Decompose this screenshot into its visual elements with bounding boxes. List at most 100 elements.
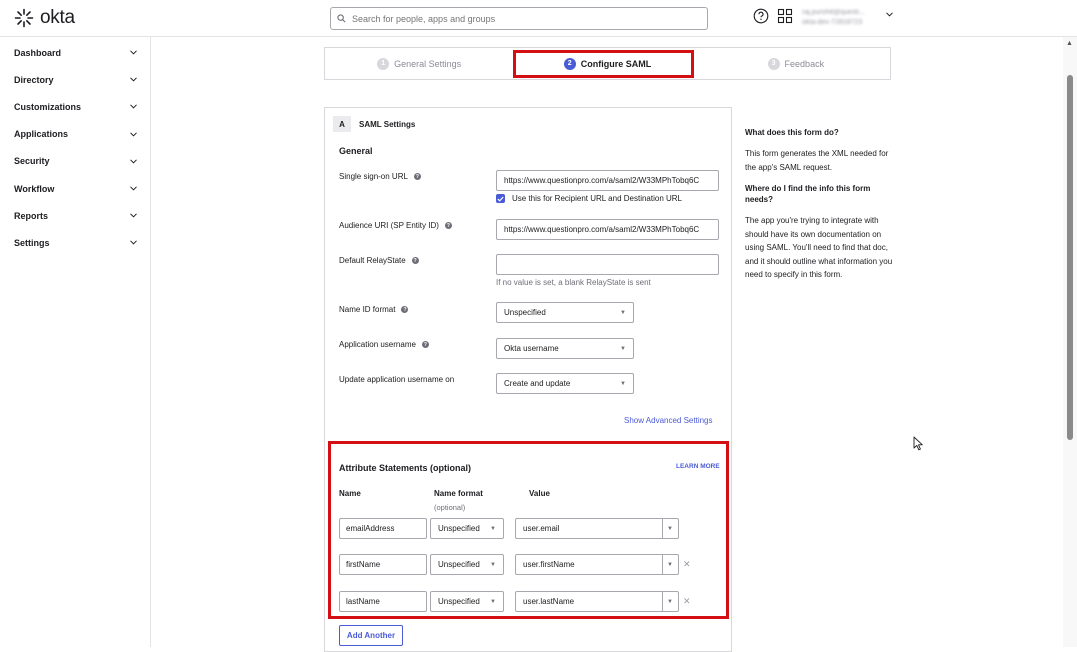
column-header-name: Name <box>339 489 361 498</box>
name-id-format-value: Unspecified <box>504 308 546 317</box>
divider <box>662 592 663 611</box>
app-username-label-text: Application username <box>339 340 416 349</box>
update-username-select[interactable]: Create and update ▼ <box>496 373 634 394</box>
sidebar-item-reports[interactable]: Reports <box>0 202 150 229</box>
audience-uri-input[interactable]: https://www.questionpro.com/a/saml2/W33M… <box>496 219 719 240</box>
caret-down-icon: ▼ <box>490 561 496 568</box>
sidebar-item-label: Settings <box>14 237 50 248</box>
mouse-cursor-icon <box>913 436 923 451</box>
learn-more-link[interactable]: LEARN MORE <box>676 463 720 470</box>
okta-logo[interactable]: okta <box>14 7 75 28</box>
relay-state-hint: If no value is set, a blank RelayState i… <box>496 278 651 287</box>
search-box[interactable] <box>330 7 708 30</box>
sso-url-label-text: Single sign-on URL <box>339 172 408 181</box>
name-id-format-select[interactable]: Unspecified ▼ <box>496 302 634 323</box>
step-feedback[interactable]: 3 Feedback <box>702 48 890 79</box>
sidebar: Dashboard Directory Customizations Appli… <box>0 37 151 647</box>
step-number: 3 <box>767 57 780 70</box>
recipient-url-checkbox-row[interactable]: Use this for Recipient URL and Destinati… <box>496 194 682 203</box>
user-menu[interactable]: raj.purohit@questi... okta-dev-72818723 <box>802 8 884 28</box>
help-question: What does this form do? <box>745 128 839 137</box>
page-scrollbar[interactable]: ▲ <box>1063 37 1077 647</box>
info-icon[interactable]: ? <box>444 222 452 229</box>
checkmark-icon <box>497 196 504 202</box>
okta-sunburst-icon <box>14 8 34 28</box>
info-icon[interactable]: ? <box>401 306 409 313</box>
audience-uri-label-text: Audience URI (SP Entity ID) <box>339 221 439 230</box>
column-header-optional: (optional) <box>434 503 466 512</box>
update-username-label-text: Update application username on <box>339 375 455 384</box>
audience-uri-label: Audience URI (SP Entity ID) ? <box>339 221 452 230</box>
wizard-steps: 1 General Settings 2 Configure SAML 3 Fe… <box>324 47 891 80</box>
info-icon[interactable]: ? <box>413 173 421 180</box>
attribute-format-select[interactable]: Unspecified ▼ <box>430 518 504 539</box>
chevron-down-icon <box>130 132 137 137</box>
caret-down-icon: ▼ <box>620 309 626 316</box>
attribute-name-input[interactable]: firstName <box>339 554 427 575</box>
info-icon[interactable]: ? <box>421 341 429 348</box>
chevron-down-icon <box>130 240 137 245</box>
relay-state-input[interactable] <box>496 254 719 275</box>
scroll-up-arrow-icon[interactable]: ▲ <box>1066 40 1073 47</box>
chevron-down-icon[interactable] <box>886 12 893 17</box>
app-username-label: Application username ? <box>339 340 429 349</box>
sidebar-item-dashboard[interactable]: Dashboard <box>0 39 150 66</box>
info-icon[interactable]: ? <box>411 257 419 264</box>
name-id-format-label: Name ID format ? <box>339 305 409 314</box>
attribute-value-input[interactable]: user.email ▼ <box>515 518 679 539</box>
attribute-format-value: Unspecified <box>438 597 480 606</box>
remove-attribute-close-icon[interactable]: ✕ <box>683 596 691 607</box>
search-input[interactable] <box>352 13 692 24</box>
show-advanced-settings-link[interactable]: Show Advanced Settings <box>624 416 713 425</box>
help-question: Where do I find the info this form needs… <box>745 184 871 204</box>
chevron-down-icon <box>130 159 137 164</box>
attribute-format-select[interactable]: Unspecified ▼ <box>430 591 504 612</box>
attribute-statements-title: Attribute Statements (optional) <box>339 463 471 473</box>
step-general-settings[interactable]: 1 General Settings <box>325 48 513 79</box>
sidebar-item-label: Applications <box>14 129 69 140</box>
attribute-name-input[interactable]: emailAddress <box>339 518 427 539</box>
help-icon[interactable] <box>753 8 769 24</box>
sidebar-item-label: Workflow <box>14 183 55 194</box>
sidebar-item-customizations[interactable]: Customizations <box>0 93 150 120</box>
relay-state-label: Default RelayState ? <box>339 256 419 265</box>
sidebar-item-label: Customizations <box>14 101 82 112</box>
chevron-down-icon <box>130 50 137 55</box>
relay-state-label-text: Default RelayState <box>339 256 406 265</box>
add-another-button[interactable]: Add Another <box>339 625 403 646</box>
app-grid-icon[interactable] <box>777 8 793 24</box>
card-header: A SAML Settings <box>333 116 415 132</box>
column-header-name-format: Name format <box>434 489 483 498</box>
recipient-url-checkbox-label: Use this for Recipient URL and Destinati… <box>512 194 683 203</box>
caret-down-icon[interactable]: ▼ <box>667 526 673 532</box>
sidebar-item-workflow[interactable]: Workflow <box>0 175 150 202</box>
app-username-select[interactable]: Okta username ▼ <box>496 338 634 359</box>
attribute-format-value: Unspecified <box>438 560 480 569</box>
attribute-name-input[interactable]: lastName <box>339 591 427 612</box>
attribute-value-input[interactable]: user.lastName ▼ <box>515 591 679 612</box>
remove-attribute-close-icon[interactable]: ✕ <box>683 559 691 570</box>
top-bar: okta raj.purohit@questi... okta-dev-7281… <box>0 0 1077 37</box>
attribute-format-value: Unspecified <box>438 524 480 533</box>
sidebar-item-security[interactable]: Security <box>0 148 150 175</box>
help-panel: What does this form do? This form genera… <box>745 127 893 291</box>
scrollbar-thumb[interactable] <box>1067 75 1073 440</box>
sidebar-item-settings[interactable]: Settings <box>0 229 150 256</box>
step-configure-saml[interactable]: 2 Configure SAML <box>513 48 701 79</box>
attribute-format-select[interactable]: Unspecified ▼ <box>430 554 504 575</box>
sidebar-item-directory[interactable]: Directory <box>0 66 150 93</box>
caret-down-icon[interactable]: ▼ <box>667 562 673 568</box>
section-letter: A <box>333 116 351 132</box>
attribute-value-text: user.email <box>523 524 560 533</box>
caret-down-icon: ▼ <box>490 525 496 532</box>
column-header-value: Value <box>529 489 550 498</box>
chevron-down-icon <box>130 186 137 191</box>
sidebar-item-applications[interactable]: Applications <box>0 121 150 148</box>
recipient-url-checkbox[interactable] <box>496 194 505 203</box>
sso-url-input[interactable]: https://www.questionpro.com/a/saml2/W33M… <box>496 170 719 191</box>
divider <box>662 555 663 574</box>
attribute-value-input[interactable]: user.firstName ▼ <box>515 554 679 575</box>
user-name: raj.purohit@questi... <box>802 9 865 16</box>
attribute-value-text: user.lastName <box>523 597 575 606</box>
caret-down-icon[interactable]: ▼ <box>667 599 673 605</box>
